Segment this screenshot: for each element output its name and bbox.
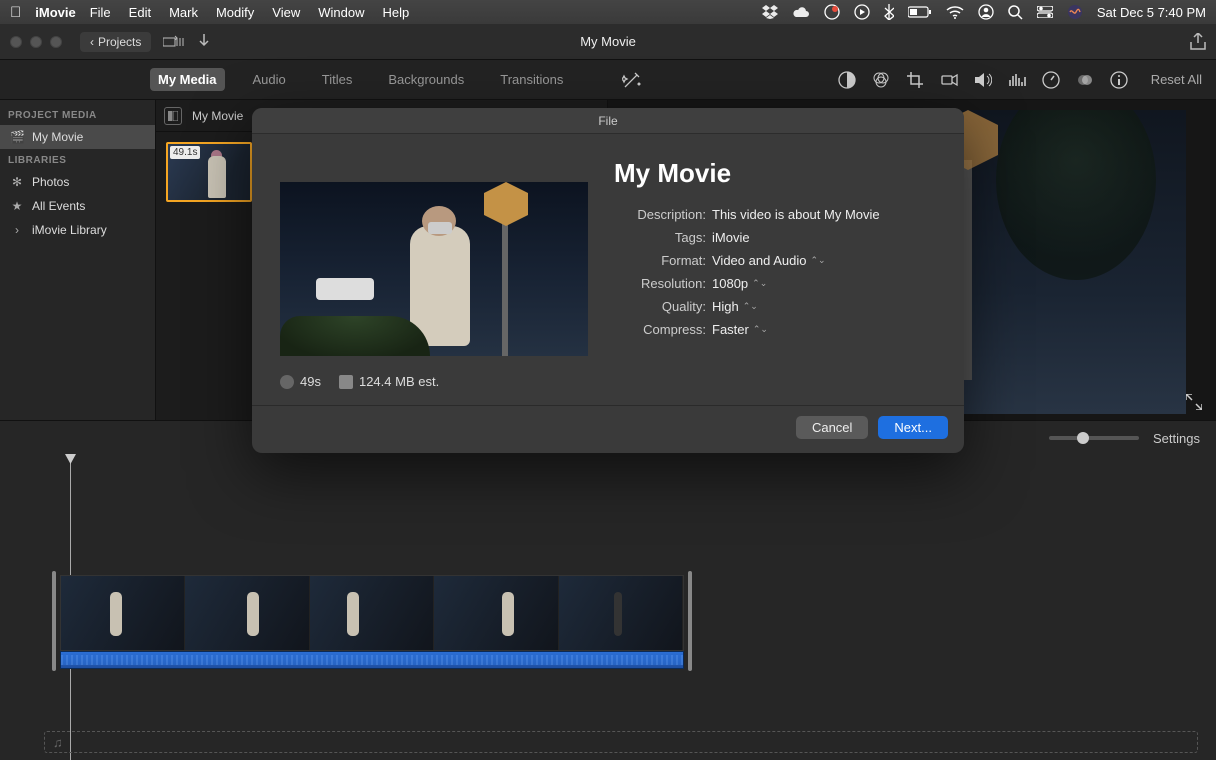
format-dropdown[interactable]: Video and Audio⌃⌄ — [712, 253, 826, 268]
compress-dropdown[interactable]: Faster⌃⌄ — [712, 322, 768, 337]
resolution-label: Resolution: — [614, 276, 706, 291]
cancel-button[interactable]: Cancel — [796, 416, 868, 439]
clock-icon — [280, 375, 294, 389]
description-field[interactable]: This video is about My Movie — [712, 207, 880, 222]
export-duration: 49s — [280, 374, 321, 389]
export-preview-thumbnail — [280, 182, 588, 356]
tags-field[interactable]: iMovie — [712, 230, 750, 245]
tags-label: Tags: — [614, 230, 706, 245]
file-icon — [339, 375, 353, 389]
export-file-dialog: File My Movie Description: This video is… — [252, 108, 964, 453]
export-movie-title: My Movie — [614, 158, 936, 189]
export-filesize: 124.4 MB est. — [339, 374, 439, 389]
resolution-dropdown[interactable]: 1080p⌃⌄ — [712, 276, 767, 291]
quality-dropdown[interactable]: High⌃⌄ — [712, 299, 758, 314]
description-label: Description: — [614, 207, 706, 222]
next-button[interactable]: Next... — [878, 416, 948, 439]
format-label: Format: — [614, 253, 706, 268]
quality-label: Quality: — [614, 299, 706, 314]
dialog-title: File — [252, 108, 964, 134]
modal-backdrop: File My Movie Description: This video is… — [0, 0, 1216, 760]
compress-label: Compress: — [614, 322, 706, 337]
